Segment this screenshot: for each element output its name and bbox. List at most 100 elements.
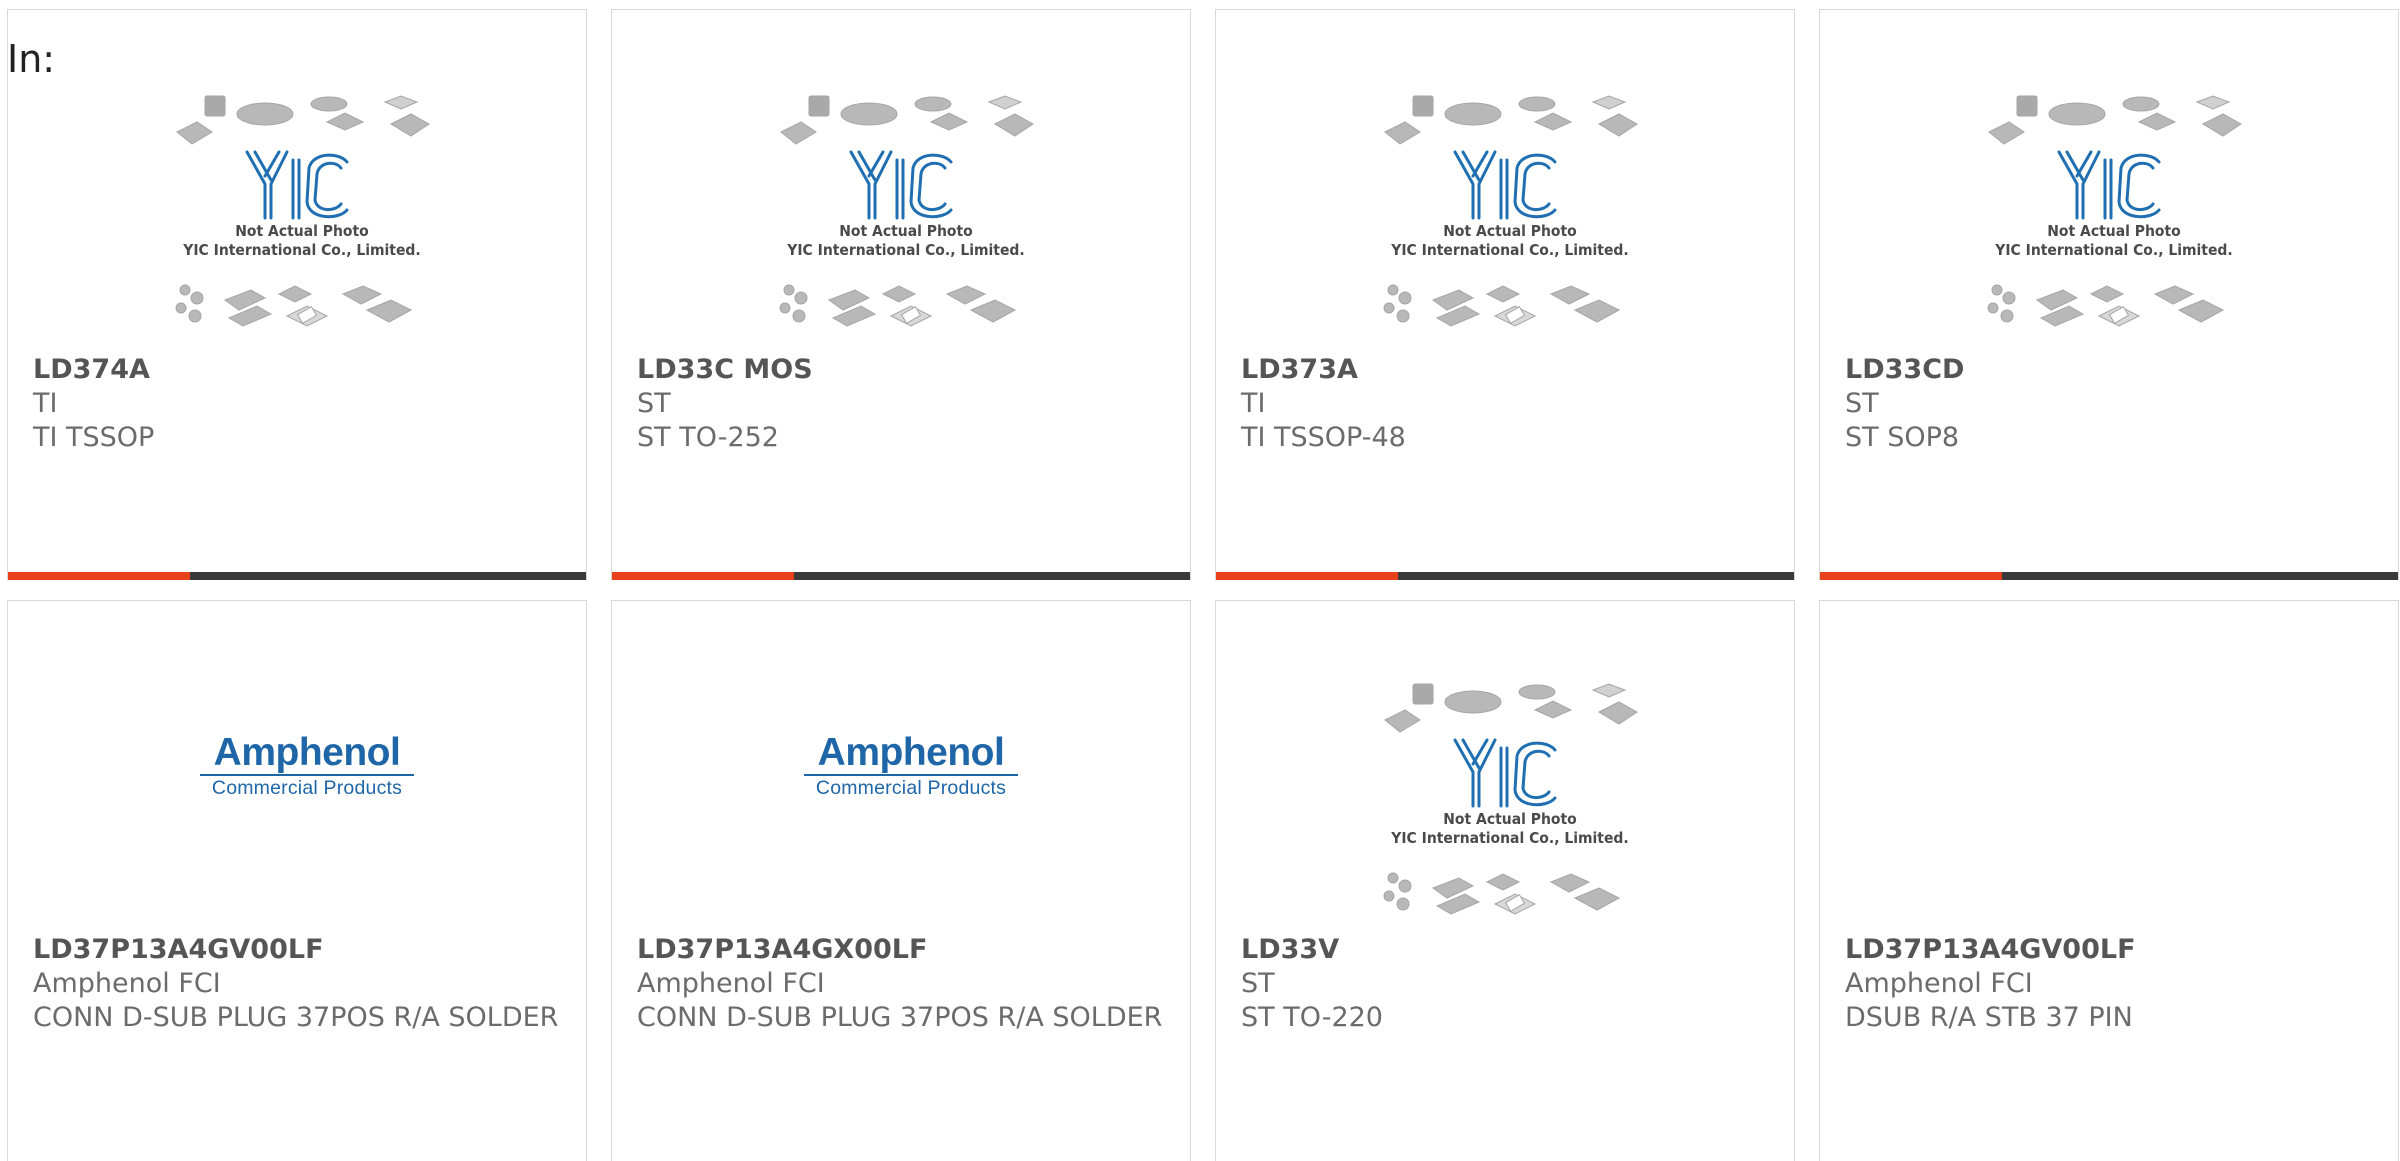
- product-brand: ST: [1845, 388, 1879, 419]
- product-image[interactable]: Not Actual Photo YIC International Co., …: [8, 92, 586, 354]
- product-description: TI TSSOP: [33, 422, 155, 453]
- product-info: LD37P13A4GV00LF Amphenol FCI CONN D-SUB PL…: [33, 933, 566, 1035]
- placeholder-line1: Not Actual Photo: [1443, 222, 1577, 240]
- product-card[interactable]: Not Actual Photo YIC International Co., …: [7, 9, 587, 580]
- amphenol-logo: Amphenol Commercial Products: [197, 733, 417, 800]
- product-brand: Amphenol FCI: [637, 968, 825, 999]
- product-brand: ST: [637, 388, 671, 419]
- placeholder-line1: Not Actual Photo: [1443, 810, 1577, 828]
- chip-packages-icon: [1383, 284, 1621, 327]
- chip-packages-icon: [1384, 683, 1638, 733]
- card-accent-bar: [1820, 572, 2002, 580]
- product-description: TI TSSOP-48: [1241, 422, 1406, 453]
- placeholder-caption: Not Actual Photo YIC International Co., …: [1375, 222, 1645, 260]
- product-description: ST TO-220: [1241, 1002, 1383, 1033]
- product-image[interactable]: Amphenol Commercial Products: [8, 680, 586, 942]
- product-brand: ST: [1241, 968, 1275, 999]
- card-accent-bar: [8, 572, 190, 580]
- product-info: LD33V ST ST TO-220: [1241, 933, 1774, 1035]
- not-actual-photo-placeholder: Not Actual Photo YIC International Co., …: [1375, 92, 1645, 332]
- card-bottom-bar: [1820, 572, 2398, 580]
- product-brand: Amphenol FCI: [33, 968, 221, 999]
- chip-packages-icon: [176, 95, 430, 145]
- yic-logo-icon: [2057, 150, 2161, 220]
- chip-packages-icon: [175, 284, 413, 327]
- product-image[interactable]: Not Actual Photo YIC International Co., …: [1820, 92, 2398, 354]
- product-part-number[interactable]: LD33CD: [1845, 353, 2378, 387]
- yic-logo-icon: [849, 150, 953, 220]
- product-card[interactable]: Not Actual Photo YIC International Co., …: [1215, 9, 1795, 580]
- product-info: LD374A TI TI TSSOP: [33, 353, 566, 455]
- amphenol-logo-sub: Commercial Products: [211, 777, 403, 799]
- placeholder-line1: Not Actual Photo: [2047, 222, 2181, 240]
- product-card[interactable]: LD37P13A4GV00LF Amphenol FCI DSUB R/A STB …: [1819, 600, 2399, 1161]
- chip-packages-icon: [1988, 95, 2242, 145]
- chip-packages-icon: [1384, 95, 1638, 145]
- product-info: LD37P13A4GX00LF Amphenol FCI CONN D-SUB PL…: [637, 933, 1170, 1035]
- placeholder-line2: YIC International Co., Limited.: [183, 241, 421, 259]
- card-bottom-bar: [8, 572, 586, 580]
- product-description: CONN D-SUB PLUG 37POS R/A SOLDER: [33, 1002, 559, 1033]
- placeholder-caption: Not Actual Photo YIC International Co., …: [771, 222, 1041, 260]
- product-image[interactable]: Not Actual Photo YIC International Co., …: [1216, 680, 1794, 942]
- placeholder-line2: YIC International Co., Limited.: [1391, 241, 1629, 259]
- placeholder-line2: YIC International Co., Limited.: [1995, 241, 2233, 259]
- card-accent-bar: [1216, 572, 1398, 580]
- product-description: ST TO-252: [637, 422, 779, 453]
- product-part-number[interactable]: LD373A: [1241, 353, 1774, 387]
- placeholder-caption: Not Actual Photo YIC International Co., …: [1375, 810, 1645, 848]
- product-image[interactable]: Amphenol Commercial Products: [612, 680, 1190, 942]
- placeholder-line1: Not Actual Photo: [235, 222, 369, 240]
- card-accent-bar: [612, 572, 794, 580]
- yic-logo-icon: [245, 150, 349, 220]
- product-description: DSUB R/A STB 37 PIN: [1845, 1002, 2133, 1033]
- chip-packages-icon: [1987, 284, 2225, 327]
- product-info: LD33C MOS ST ST TO-252: [637, 353, 1170, 455]
- product-card[interactable]: Not Actual Photo YIC International Co., …: [611, 9, 1191, 580]
- product-info: LD33CD ST ST SOP8: [1845, 353, 2378, 455]
- card-bottom-bar: [612, 572, 1190, 580]
- product-grid: Not Actual Photo YIC International Co., …: [7, 9, 2400, 1161]
- product-card[interactable]: Amphenol Commercial Products LD37P13A4GV…: [7, 600, 587, 1161]
- placeholder-line2: YIC International Co., Limited.: [787, 241, 1025, 259]
- product-description: CONN D-SUB PLUG 37POS R/A SOLDER: [637, 1002, 1163, 1033]
- amphenol-logo: Amphenol Commercial Products: [801, 733, 1021, 800]
- product-info: LD373A TI TI TSSOP-48: [1241, 353, 1774, 455]
- product-card[interactable]: Not Actual Photo YIC International Co., …: [1819, 9, 2399, 580]
- not-actual-photo-placeholder: Not Actual Photo YIC International Co., …: [167, 92, 437, 332]
- not-actual-photo-placeholder: Not Actual Photo YIC International Co., …: [1375, 680, 1645, 920]
- product-image[interactable]: Not Actual Photo YIC International Co., …: [1216, 92, 1794, 354]
- amphenol-logo-name: Amphenol: [213, 731, 401, 774]
- yic-logo-icon: [1453, 738, 1557, 808]
- amphenol-logo-name: Amphenol: [817, 731, 1005, 774]
- product-description: ST SOP8: [1845, 422, 1960, 453]
- not-actual-photo-placeholder: Not Actual Photo YIC International Co., …: [1979, 92, 2249, 332]
- product-info: LD37P13A4GV00LF Amphenol FCI DSUB R/A STB …: [1845, 933, 2378, 1035]
- chip-packages-icon: [1383, 872, 1621, 915]
- product-brand: TI: [33, 388, 58, 419]
- product-grid-page: In: Not Actual Photo YIC International C…: [0, 0, 2400, 1161]
- placeholder-line1: Not Actual Photo: [839, 222, 973, 240]
- placeholder-caption: Not Actual Photo YIC International Co., …: [1979, 222, 2249, 260]
- chip-packages-icon: [780, 95, 1034, 145]
- placeholder-line2: YIC International Co., Limited.: [1391, 829, 1629, 847]
- product-part-number[interactable]: LD33V: [1241, 933, 1774, 967]
- in-label: In:: [7, 37, 56, 81]
- yic-logo-icon: [1453, 150, 1557, 220]
- product-image[interactable]: [1820, 680, 2398, 942]
- product-part-number[interactable]: LD37P13A4GV00LF: [33, 933, 566, 967]
- product-part-number[interactable]: LD33C MOS: [637, 353, 1170, 387]
- product-brand: TI: [1241, 388, 1266, 419]
- not-actual-photo-placeholder: Not Actual Photo YIC International Co., …: [771, 92, 1041, 332]
- product-card[interactable]: Not Actual Photo YIC International Co., …: [1215, 600, 1795, 1161]
- product-part-number[interactable]: LD374A: [33, 353, 566, 387]
- product-image[interactable]: Not Actual Photo YIC International Co., …: [612, 92, 1190, 354]
- product-card[interactable]: Amphenol Commercial Products LD37P13A4GX…: [611, 600, 1191, 1161]
- product-part-number[interactable]: LD37P13A4GV00LF: [1845, 933, 2378, 967]
- product-brand: Amphenol FCI: [1845, 968, 2033, 999]
- product-part-number[interactable]: LD37P13A4GX00LF: [637, 933, 1170, 967]
- amphenol-logo-sub: Commercial Products: [815, 777, 1007, 799]
- card-bottom-bar: [1216, 572, 1794, 580]
- chip-packages-icon: [779, 284, 1017, 327]
- placeholder-caption: Not Actual Photo YIC International Co., …: [167, 222, 437, 260]
